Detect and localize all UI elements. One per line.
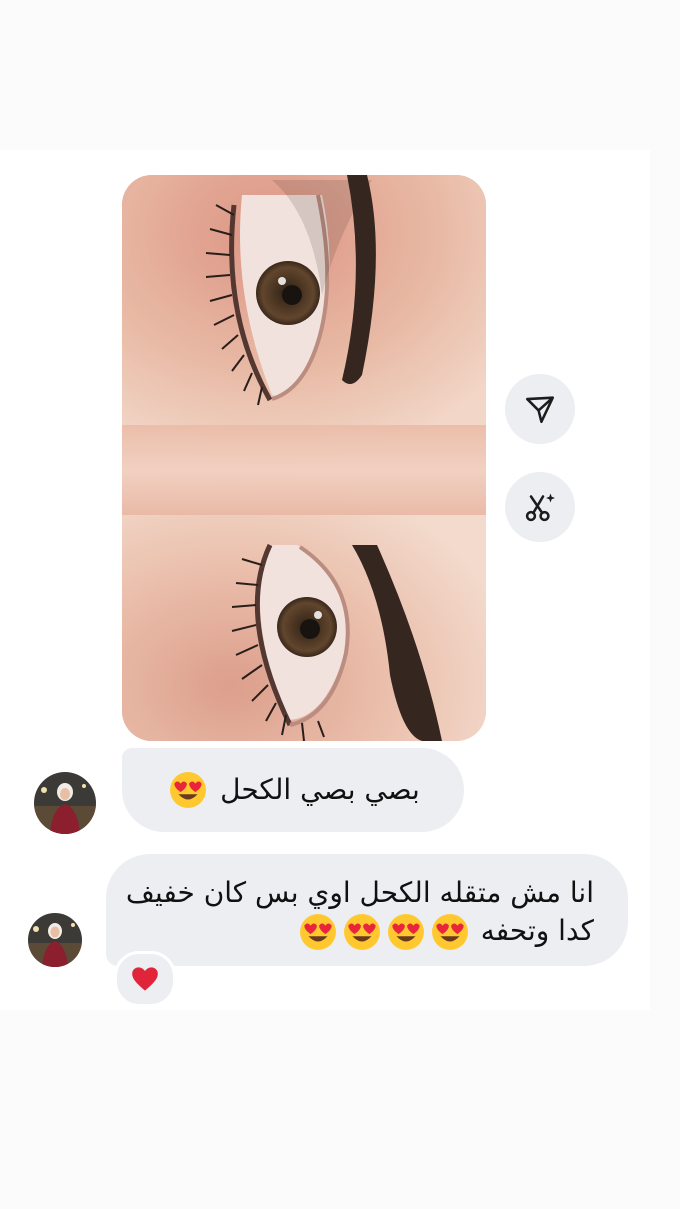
heart-eyes-emoji-icon bbox=[170, 772, 207, 808]
screen: بصي بصي الكحل انا مش متقله الكحل اوي بس … bbox=[0, 0, 680, 1209]
avatar-image bbox=[28, 913, 82, 967]
eye-photo-image bbox=[122, 175, 486, 741]
heart-reaction[interactable] bbox=[114, 951, 176, 1007]
heart-eyes-emoji-icon bbox=[431, 914, 468, 950]
heart-eyes-emoji-icon bbox=[343, 914, 380, 950]
message-text: كدا وتحفه bbox=[480, 914, 594, 947]
heart-eyes-emoji-icon bbox=[299, 914, 336, 950]
shared-photo[interactable] bbox=[122, 175, 486, 741]
message-bubble[interactable]: بصي بصي الكحل bbox=[122, 748, 464, 832]
message-bubble[interactable]: انا مش متقله الكحل اوي بس كان خفيف كدا و… bbox=[106, 854, 628, 966]
heart-icon bbox=[132, 967, 158, 991]
share-button[interactable] bbox=[505, 374, 575, 444]
heart-eyes-emoji-icon bbox=[387, 914, 424, 950]
avatar[interactable] bbox=[28, 913, 82, 967]
avatar-image bbox=[34, 772, 96, 834]
send-icon bbox=[525, 396, 555, 424]
message-text-line: كدا وتحفه bbox=[128, 912, 594, 951]
magic-cut-button[interactable] bbox=[505, 472, 575, 542]
message-text-line: انا مش متقله الكحل اوي بس كان خفيف bbox=[125, 876, 594, 909]
avatar[interactable] bbox=[34, 772, 96, 834]
message-text: بصي بصي الكحل bbox=[220, 773, 420, 806]
magic-cut-icon bbox=[525, 493, 555, 522]
